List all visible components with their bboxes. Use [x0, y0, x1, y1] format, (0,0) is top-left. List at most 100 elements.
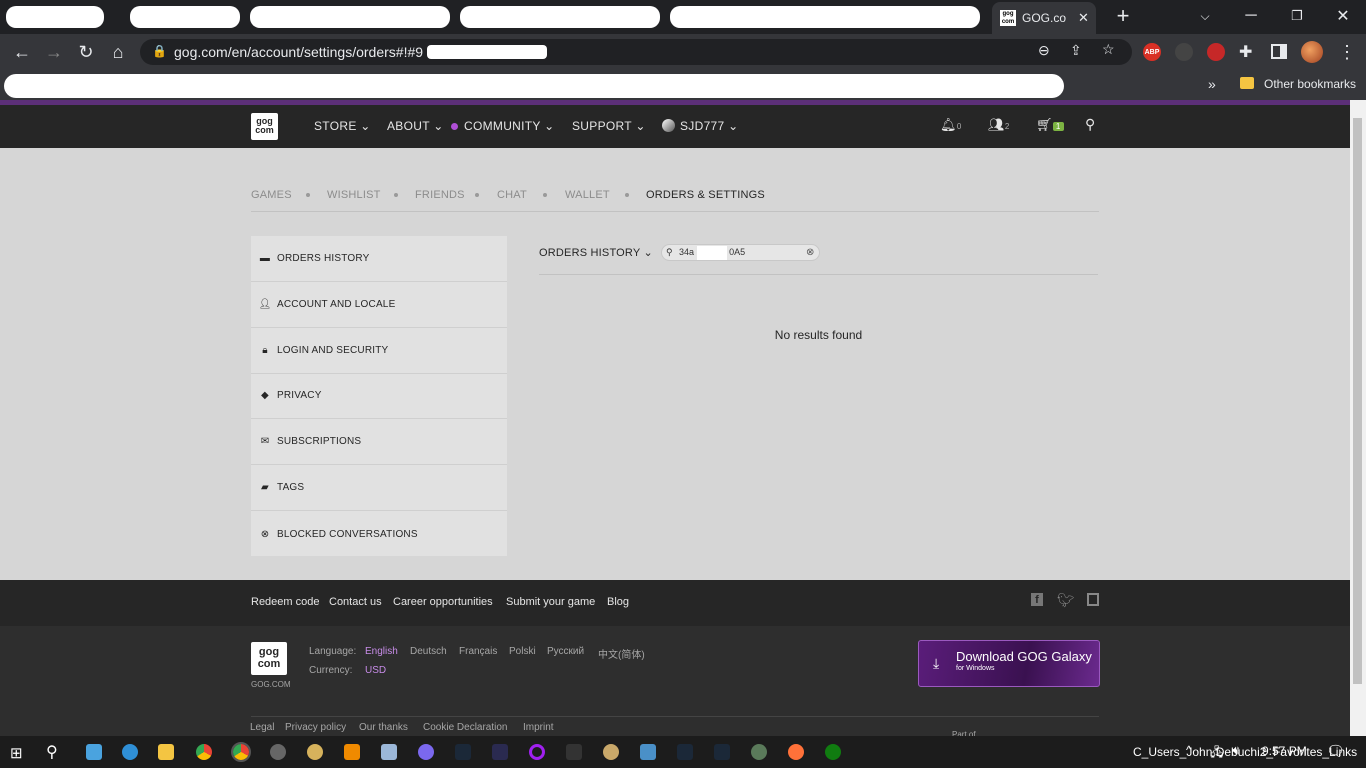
lang-francais[interactable]: Français — [459, 646, 497, 657]
menu-tags[interactable]: ▰ TAGS — [251, 465, 507, 511]
menu-orders-history[interactable]: ▬ ORDERS HISTORY — [251, 236, 507, 282]
new-tab-button[interactable]: + — [1100, 0, 1146, 32]
currency-usd[interactable]: USD — [365, 665, 386, 676]
tray-chevron-icon[interactable]: ^ — [1186, 743, 1192, 757]
gog-footer-logo[interactable]: gog com — [251, 642, 287, 675]
nav-about[interactable]: ABOUT ⌄ — [387, 119, 444, 133]
notifications-icon[interactable]: 🗨︎ — [1326, 742, 1345, 760]
bookmark-star-icon[interactable]: ☆ — [1102, 41, 1115, 58]
restore-button[interactable]: ❐ — [1274, 0, 1320, 32]
reload-icon[interactable]: ↻ — [76, 42, 96, 62]
lang-chinese[interactable]: 中文(简体) — [598, 646, 645, 661]
notifications-bell-icon[interactable]: 🔔︎0 — [940, 117, 962, 133]
app-icon[interactable] — [529, 744, 545, 760]
subnav-wishlist[interactable]: WISHLIST — [327, 189, 381, 201]
menu-account-locale[interactable]: 👤︎ ACCOUNT AND LOCALE — [251, 282, 507, 328]
clock[interactable]: 9:57 PM — [1262, 744, 1307, 758]
footer-submit-game[interactable]: Submit your game — [506, 596, 595, 608]
app-icon[interactable] — [418, 744, 434, 760]
cookie-declaration-link[interactable]: Cookie Declaration — [423, 722, 508, 733]
clear-search-icon[interactable]: ⊗ — [806, 245, 814, 260]
nav-store[interactable]: STORE ⌄ — [314, 119, 371, 133]
zoom-icon[interactable]: ⊖ — [1038, 42, 1050, 59]
steam-icon[interactable] — [714, 744, 730, 760]
steam-icon[interactable] — [677, 744, 693, 760]
redacted-tab[interactable] — [6, 6, 104, 28]
twitch-icon[interactable] — [1087, 593, 1099, 606]
edge-icon[interactable] — [122, 744, 138, 760]
orders-filter-dropdown[interactable]: ORDERS HISTORY ⌄ — [539, 246, 653, 259]
app-icon[interactable] — [603, 744, 619, 760]
other-bookmarks[interactable]: Other bookmarks — [1264, 77, 1356, 91]
privacy-policy-link[interactable]: Privacy policy — [285, 722, 346, 733]
minimize-button[interactable]: ─ — [1228, 0, 1274, 32]
active-tab[interactable]: gog com GOG.co ✕ — [992, 2, 1096, 34]
subnav-games[interactable]: GAMES — [251, 189, 292, 201]
chrome-active-icon[interactable] — [231, 742, 251, 762]
twitter-icon[interactable]: 🐦︎ — [1057, 592, 1075, 609]
adblock-extension-icon[interactable]: ABP — [1143, 43, 1161, 61]
friends-icon[interactable]: 👥︎2 — [988, 117, 1010, 133]
taskbar-notification-text[interactable]: C_Users_John Debuchi2_Favorites_Links — [1133, 745, 1357, 759]
puzzle-extensions-icon[interactable]: ✚ — [1239, 42, 1252, 62]
windows-start-icon[interactable]: ⊞ — [10, 744, 23, 762]
subnav-chat[interactable]: CHAT — [497, 189, 527, 201]
search-icon[interactable]: ⚲ — [1085, 116, 1096, 133]
back-icon[interactable]: ← — [12, 42, 32, 62]
menu-subscriptions[interactable]: ✉ SUBSCRIPTIONS — [251, 419, 507, 465]
our-thanks-link[interactable]: Our thanks — [359, 722, 408, 733]
subnav-friends[interactable]: FRIENDS — [415, 189, 465, 201]
nav-user[interactable]: SJD777 ⌄ — [680, 119, 739, 133]
forward-icon[interactable]: → — [44, 42, 64, 62]
chrome-icon[interactable] — [196, 744, 212, 760]
app-icon[interactable] — [270, 744, 286, 760]
redacted-tab[interactable] — [130, 6, 240, 28]
lang-polski[interactable]: Polski — [509, 646, 536, 657]
footer-blog[interactable]: Blog — [607, 596, 629, 608]
search-icon[interactable]: ⚲ — [46, 742, 58, 762]
extension-icon[interactable] — [1207, 43, 1225, 61]
home-icon[interactable]: ⌂ — [108, 42, 128, 62]
xbox-icon[interactable] — [825, 744, 841, 760]
profile-avatar[interactable] — [1301, 41, 1323, 63]
legal-link[interactable]: Legal — [250, 722, 274, 733]
steam-icon[interactable] — [455, 744, 471, 760]
nav-support[interactable]: SUPPORT ⌄ — [572, 119, 646, 133]
close-tab-icon[interactable]: ✕ — [1078, 10, 1089, 26]
footer-careers[interactable]: Career opportunities — [393, 596, 493, 608]
file-explorer-icon[interactable] — [158, 744, 174, 760]
redacted-tab[interactable] — [460, 6, 660, 28]
app-icon[interactable] — [86, 744, 102, 760]
chrome-menu-icon[interactable]: ⋮ — [1338, 42, 1356, 63]
gog-logo[interactable]: gog com — [251, 113, 278, 140]
more-bookmarks-icon[interactable]: » — [1208, 76, 1216, 92]
app-icon[interactable] — [492, 744, 508, 760]
side-panel-icon[interactable] — [1271, 44, 1287, 59]
app-icon[interactable] — [381, 744, 397, 760]
footer-redeem-code[interactable]: Redeem code — [251, 596, 320, 608]
app-icon[interactable] — [751, 744, 767, 760]
epic-games-icon[interactable] — [566, 744, 582, 760]
firefox-icon[interactable] — [788, 744, 804, 760]
menu-privacy[interactable]: ◆ PRIVACY — [251, 373, 507, 419]
menu-blocked-conversations[interactable]: ⊗ BLOCKED CONVERSATIONS — [251, 511, 507, 557]
tab-search-chevron-icon[interactable]: ⌵ — [1182, 0, 1228, 32]
address-bar[interactable]: 🔒 gog.com/en/account/settings/orders#!#9… — [140, 39, 1132, 65]
subnav-wallet[interactable]: WALLET — [565, 189, 610, 201]
cart-icon[interactable]: 🛒︎ 1 — [1036, 117, 1064, 133]
page-scrollbar[interactable] — [1350, 100, 1366, 736]
scrollbar-thumb[interactable] — [1353, 118, 1362, 684]
redacted-tab[interactable] — [250, 6, 450, 28]
network-icon[interactable]: 🖧︎ — [1210, 743, 1223, 764]
vlc-icon[interactable] — [344, 744, 360, 760]
footer-contact-us[interactable]: Contact us — [329, 596, 382, 608]
app-icon[interactable] — [640, 744, 656, 760]
nav-community[interactable]: COMMUNITY ⌄ — [464, 119, 554, 133]
close-window-button[interactable]: ✕ — [1320, 0, 1366, 32]
lang-deutsch[interactable]: Deutsch — [410, 646, 447, 657]
imprint-link[interactable]: Imprint — [523, 722, 554, 733]
redacted-tab[interactable] — [670, 6, 980, 28]
download-galaxy-button[interactable]: ⤓ Download GOG Galaxy for Windows — [918, 640, 1100, 687]
volume-icon[interactable]: 🔊︎ — [1232, 743, 1240, 758]
extension-icon[interactable] — [1175, 43, 1193, 61]
